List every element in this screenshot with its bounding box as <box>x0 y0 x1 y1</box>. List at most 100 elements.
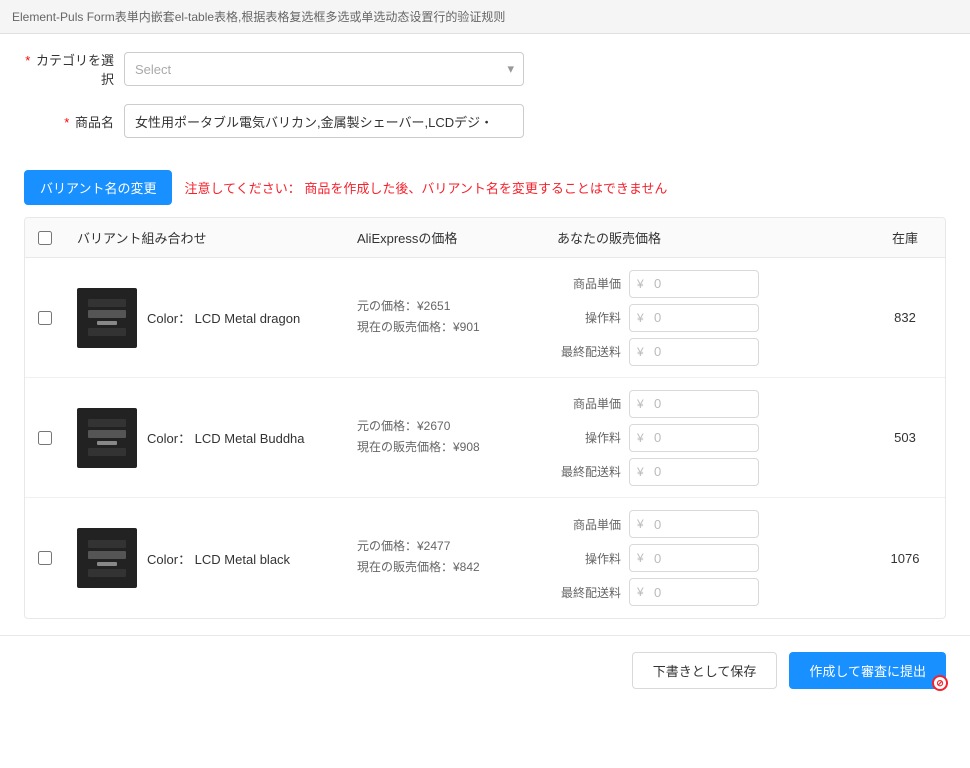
row3-your-price-cell: 商品単価 ¥ 操作料 ¥ 最終配送料 ¥ <box>545 502 865 614</box>
row1-your-price-cell: 商品単価 ¥ 操作料 ¥ 最終配送料 ¥ <box>545 262 865 374</box>
row1-product-image <box>77 288 137 348</box>
header-your-price: あなたの販売価格 <box>545 228 865 247</box>
category-label: * カテゴリを選択 <box>24 50 124 88</box>
row2-checkbox-cell <box>25 431 65 445</box>
row3-checkbox[interactable] <box>38 551 52 565</box>
row3-checkbox-cell <box>25 551 65 565</box>
header-stock: 在庫 <box>865 228 945 247</box>
unit-price-label3: 商品単価 <box>557 516 621 533</box>
row3-shipping-input[interactable] <box>629 578 759 606</box>
row2-current-price: 現在の販売価格：¥908 <box>357 438 533 455</box>
row3-handling-fee-wrapper: ¥ <box>629 544 759 572</box>
yen-prefix-icon8: ¥ <box>637 551 644 565</box>
table-row: Color： LCD Metal dragon 元の価格：¥2651 現在の販売… <box>25 258 945 378</box>
row1-original-price: 元の価格：¥2651 <box>357 297 533 314</box>
row1-unit-price-input[interactable] <box>629 270 759 298</box>
row2-handling-fee-input[interactable] <box>629 424 759 452</box>
save-draft-button[interactable]: 下書きとして保存 <box>632 652 778 689</box>
page-title: Element-Puls Form表単内嵌套el-table表格,根据表格复选框… <box>0 0 970 34</box>
warning-message: 商品を作成した後、バリアント名を変更することはできません <box>304 181 667 196</box>
variants-table: バリアント組み合わせ AliExpressの価格 あなたの販売価格 在庫 <box>24 217 946 619</box>
row1-handling-fee-row: 操作料 ¥ <box>557 304 853 332</box>
yen-prefix-icon5: ¥ <box>637 431 644 445</box>
row1-unit-price-wrapper: ¥ <box>629 270 759 298</box>
handling-fee-label: 操作料 <box>557 309 621 326</box>
yen-prefix-icon9: ¥ <box>637 585 644 599</box>
row1-shipping-input[interactable] <box>629 338 759 366</box>
row1-handling-fee-input[interactable] <box>629 304 759 332</box>
row3-unit-price-wrapper: ¥ <box>629 510 759 538</box>
row2-your-price-cell: 商品単価 ¥ 操作料 ¥ 最終配送料 ¥ <box>545 382 865 494</box>
select-all-checkbox[interactable] <box>38 231 52 245</box>
row2-stock: 503 <box>865 418 945 457</box>
row3-handling-fee-row: 操作料 ¥ <box>557 544 853 572</box>
table-row: Color： LCD Metal Buddha 元の価格：¥2670 現在の販売… <box>25 378 945 498</box>
table-row: Color： LCD Metal black 元の価格：¥2477 現在の販売価… <box>25 498 945 618</box>
row1-shipping-wrapper: ¥ <box>629 338 759 366</box>
row2-product-image <box>77 408 137 468</box>
category-select[interactable]: Select <box>124 52 524 86</box>
change-variant-button[interactable]: バリアント名の変更 <box>24 170 172 205</box>
row3-aliexpress-price: 元の価格：¥2477 現在の販売価格：¥842 <box>345 525 545 591</box>
row3-handling-fee-input[interactable] <box>629 544 759 572</box>
row2-unit-price-row: 商品単価 ¥ <box>557 390 853 418</box>
product-name-row: * 商品名 <box>24 104 946 138</box>
header-variant-combo: バリアント組み合わせ <box>65 228 345 247</box>
yen-prefix-icon7: ¥ <box>637 517 644 531</box>
form-section: * カテゴリを選択 Select ▾ * 商品名 <box>0 34 970 170</box>
row2-unit-price-wrapper: ¥ <box>629 390 759 418</box>
row2-shipping-wrapper: ¥ <box>629 458 759 486</box>
header-checkbox-cell <box>25 228 65 247</box>
row3-variant-label: Color： LCD Metal black <box>147 549 290 568</box>
row2-original-price: 元の価格：¥2670 <box>357 417 533 434</box>
row3-product-image <box>77 528 137 588</box>
row2-variant-cell: Color： LCD Metal Buddha <box>65 396 345 480</box>
category-row: * カテゴリを選択 Select ▾ <box>24 50 946 88</box>
row3-current-price: 現在の販売価格：¥842 <box>357 558 533 575</box>
row1-checkbox-cell <box>25 311 65 325</box>
row3-shipping-row: 最終配送料 ¥ <box>557 578 853 606</box>
row3-unit-price-row: 商品単価 ¥ <box>557 510 853 538</box>
no-submit-icon: ⊘ <box>932 675 948 691</box>
row2-handling-fee-row: 操作料 ¥ <box>557 424 853 452</box>
row1-unit-price-row: 商品単価 ¥ <box>557 270 853 298</box>
shipping-label: 最終配送料 <box>557 343 621 360</box>
yen-prefix-icon3: ¥ <box>637 345 644 359</box>
row2-unit-price-input[interactable] <box>629 390 759 418</box>
required-star-name: * <box>64 115 69 130</box>
row2-shipping-row: 最終配送料 ¥ <box>557 458 853 486</box>
yen-prefix-icon6: ¥ <box>637 465 644 479</box>
unit-price-label: 商品単価 <box>557 275 621 292</box>
handling-fee-label3: 操作料 <box>557 550 621 567</box>
row2-shipping-input[interactable] <box>629 458 759 486</box>
row1-handling-fee-wrapper: ¥ <box>629 304 759 332</box>
row1-shipping-row: 最終配送料 ¥ <box>557 338 853 366</box>
required-star-category: * <box>25 53 30 68</box>
footer-actions: 下書きとして保存 作成して審査に提出 ⊘ <box>0 635 970 705</box>
shipping-label2: 最終配送料 <box>557 463 621 480</box>
variant-header-row: バリアント名の変更 注意してください： 商品を作成した後、バリアント名を変更する… <box>24 170 946 205</box>
header-aliexpress-price: AliExpressの価格 <box>345 228 545 247</box>
row2-checkbox[interactable] <box>38 431 52 445</box>
row1-stock: 832 <box>865 298 945 337</box>
product-name-input[interactable] <box>124 104 524 138</box>
yen-prefix-icon4: ¥ <box>637 397 644 411</box>
row1-aliexpress-price: 元の価格：¥2651 現在の販売価格：¥901 <box>345 285 545 351</box>
row3-variant-cell: Color： LCD Metal black <box>65 516 345 600</box>
row3-original-price: 元の価格：¥2477 <box>357 537 533 554</box>
row2-handling-fee-wrapper: ¥ <box>629 424 759 452</box>
yen-prefix-icon: ¥ <box>637 277 644 291</box>
variant-warning: 注意してください： 商品を作成した後、バリアント名を変更することはできません <box>184 178 667 197</box>
row3-unit-price-input[interactable] <box>629 510 759 538</box>
row2-aliexpress-price: 元の価格：¥2670 現在の販売価格：¥908 <box>345 405 545 471</box>
unit-price-label2: 商品単価 <box>557 395 621 412</box>
row1-checkbox[interactable] <box>38 311 52 325</box>
warning-prefix: 注意してください： <box>184 181 300 196</box>
table-header: バリアント組み合わせ AliExpressの価格 あなたの販売価格 在庫 <box>25 218 945 258</box>
row1-variant-label: Color： LCD Metal dragon <box>147 308 300 327</box>
category-select-wrapper: Select ▾ <box>124 52 524 86</box>
submit-button[interactable]: 作成して審査に提出 ⊘ <box>789 652 946 689</box>
shipping-label3: 最終配送料 <box>557 584 621 601</box>
handling-fee-label2: 操作料 <box>557 429 621 446</box>
variant-section: バリアント名の変更 注意してください： 商品を作成した後、バリアント名を変更する… <box>0 170 970 635</box>
